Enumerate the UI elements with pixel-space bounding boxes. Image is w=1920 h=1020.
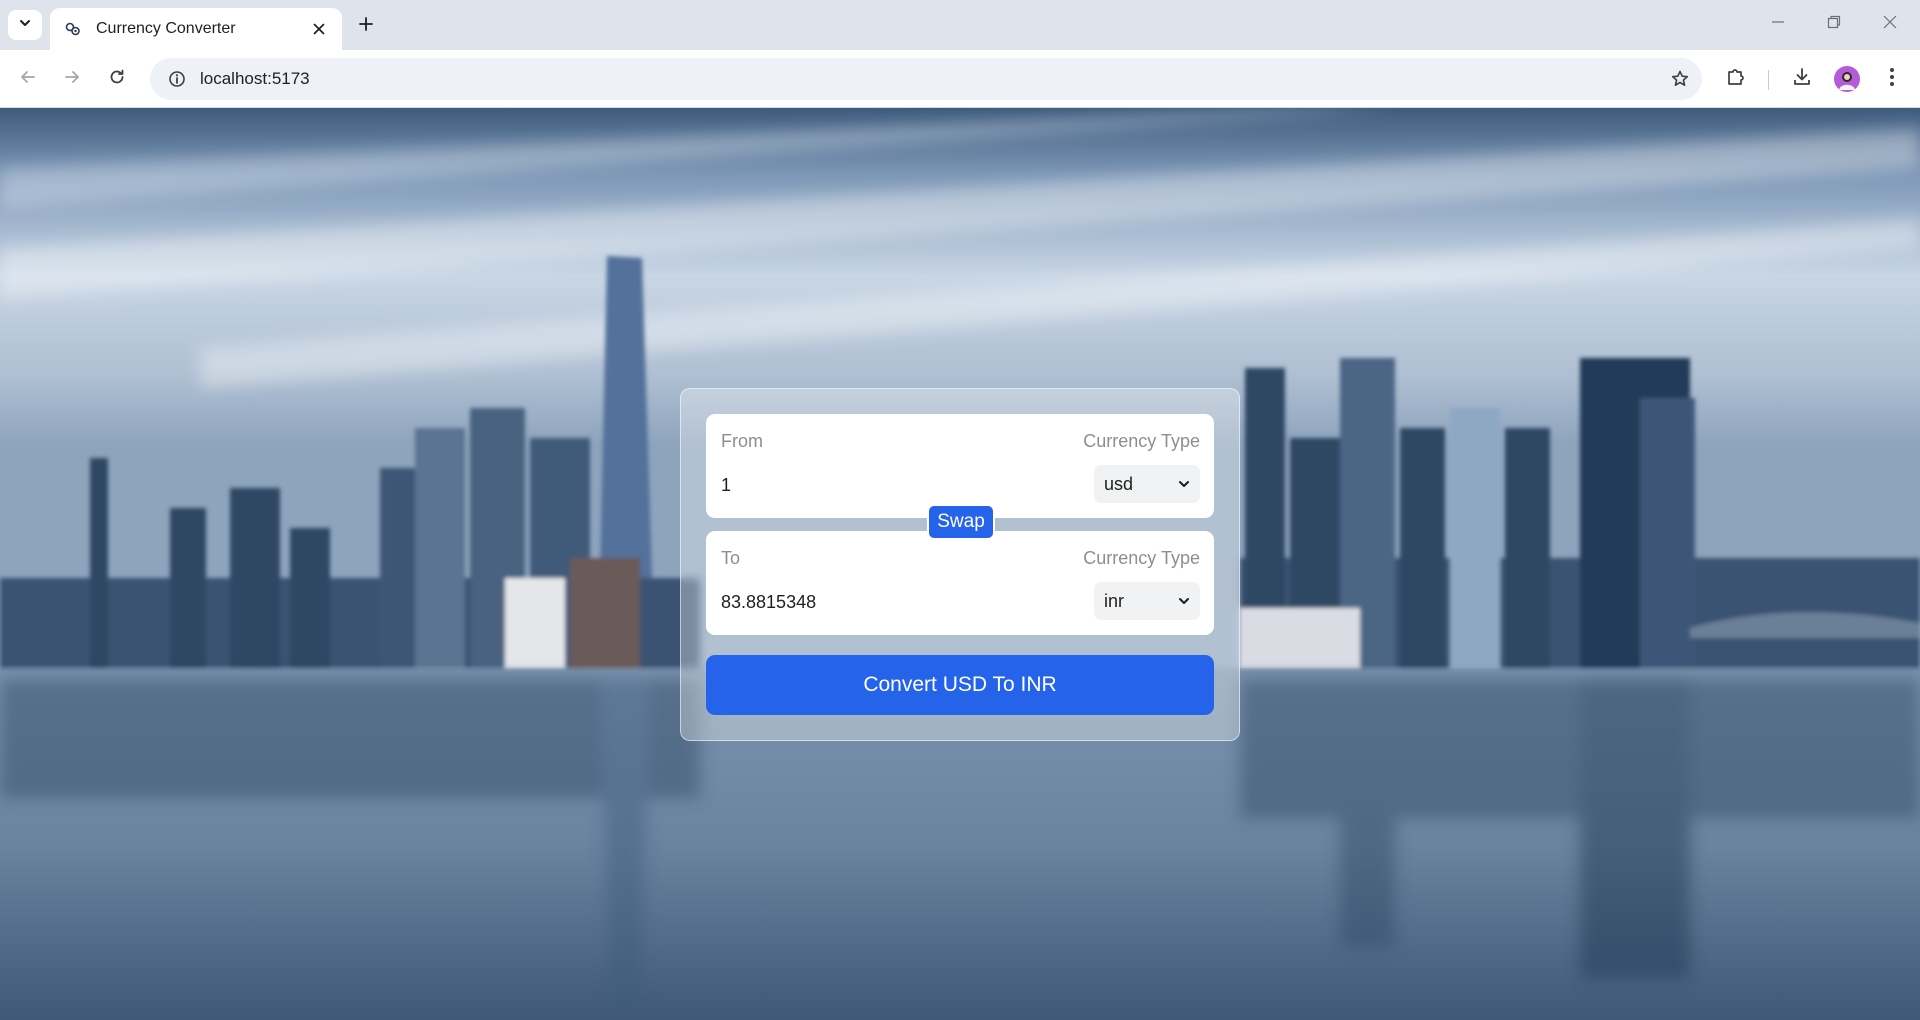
page-viewport: From Currency Type usd To Currency Type … [0, 108, 1920, 1020]
from-label: From [721, 431, 763, 451]
close-icon [1883, 15, 1897, 34]
minimize-button[interactable] [1758, 8, 1798, 40]
to-currency-type-label: Currency Type [1083, 548, 1200, 568]
download-icon [1791, 66, 1813, 93]
reload-icon [108, 68, 126, 91]
from-box: From Currency Type usd [706, 414, 1214, 518]
tab-strip: Currency Converter [0, 0, 1920, 50]
from-currency-value: usd [1104, 473, 1134, 494]
chevron-down-icon [1178, 591, 1190, 612]
forward-button[interactable] [54, 61, 90, 97]
back-icon [19, 68, 37, 91]
from-currency-select[interactable]: usd [1094, 465, 1200, 503]
to-box: To Currency Type inr [706, 531, 1214, 635]
to-label: To [721, 548, 741, 568]
from-currency-type-label: Currency Type [1083, 431, 1200, 451]
extensions-icon [1725, 66, 1747, 93]
browser-menu-button[interactable] [1874, 61, 1910, 97]
url-text: localhost:5173 [200, 69, 310, 88]
to-currency-select[interactable]: inr [1094, 582, 1200, 620]
to-amount-input[interactable] [721, 587, 1021, 617]
browser-toolbar: localhost:5173 [0, 50, 1920, 108]
menu-icon [1889, 67, 1895, 92]
from-amount-input[interactable] [721, 470, 1021, 500]
restore-button[interactable] [1814, 8, 1854, 40]
tab-search-button[interactable] [8, 10, 42, 40]
minimize-icon [1771, 15, 1785, 34]
address-bar[interactable]: localhost:5173 [150, 58, 1702, 100]
forward-icon [63, 68, 81, 91]
downloads-button[interactable] [1784, 61, 1820, 97]
star-icon[interactable] [1662, 61, 1698, 97]
to-currency-value: inr [1104, 590, 1125, 611]
restore-icon [1827, 15, 1841, 34]
plus-icon [358, 16, 374, 37]
close-icon[interactable] [308, 18, 330, 40]
avatar[interactable] [1834, 66, 1860, 92]
extensions-button[interactable] [1718, 61, 1754, 97]
tab-title: Currency Converter [96, 20, 236, 37]
chevron-down-icon [1178, 474, 1190, 495]
swap-button[interactable]: Swap [927, 504, 995, 540]
new-tab-button[interactable] [352, 12, 380, 40]
reload-button[interactable] [99, 61, 135, 97]
converter-card: From Currency Type usd To Currency Type … [680, 388, 1240, 741]
back-button[interactable] [10, 61, 46, 97]
site-info-icon[interactable] [162, 64, 192, 94]
convert-button[interactable]: Convert USD To INR [706, 655, 1214, 715]
close-window-button[interactable] [1870, 8, 1910, 40]
toolbar-divider [1768, 70, 1769, 90]
active-tab[interactable]: Currency Converter [50, 8, 342, 50]
favicon-icon [64, 20, 82, 38]
chevron-down-icon [18, 16, 32, 35]
